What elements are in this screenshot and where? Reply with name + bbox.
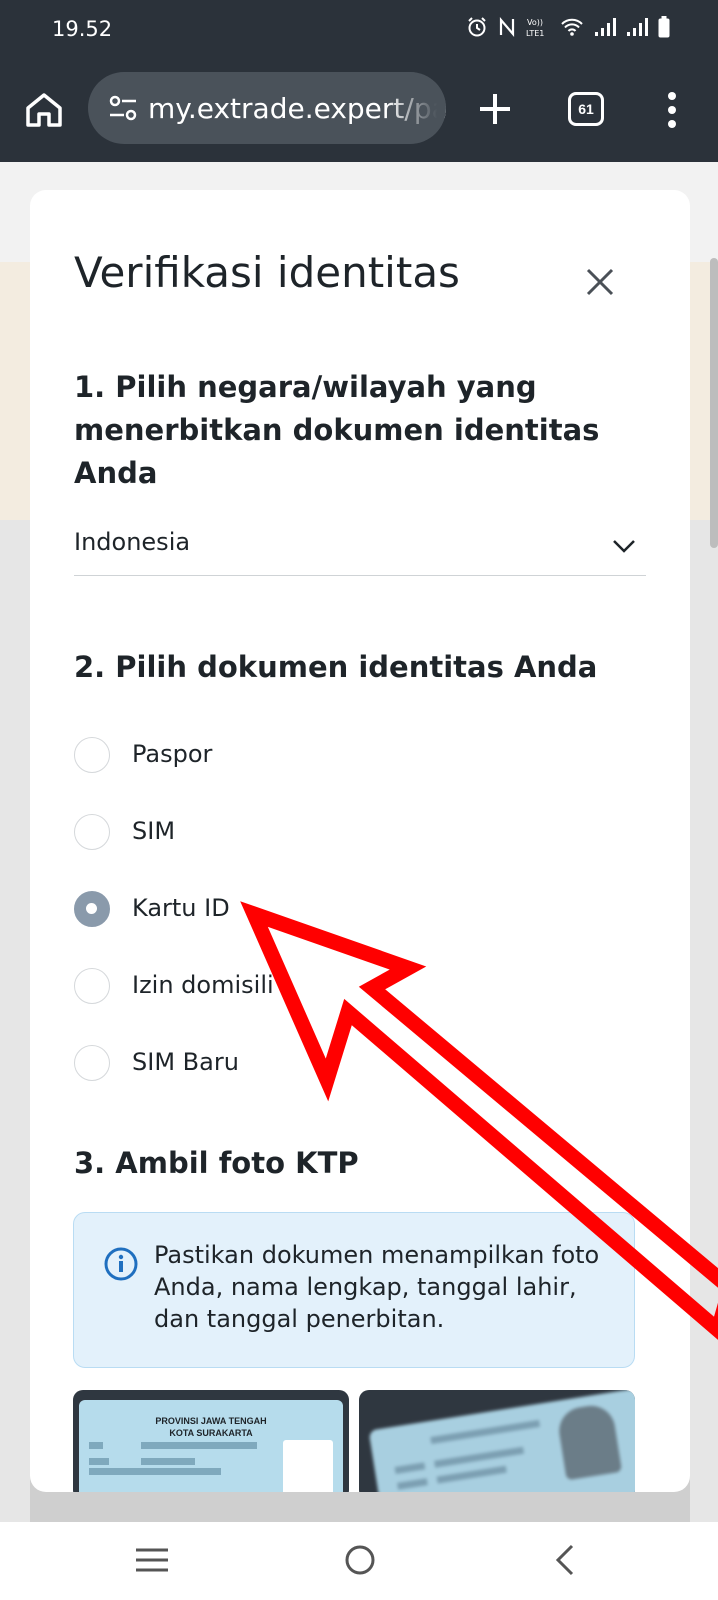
ktp-field-bar [141,1458,195,1465]
battery-icon [658,16,670,38]
ktp-card-image: PROVINSI JAWA TENGAH KOTA SURAKARTA [79,1400,343,1492]
radio-option-sim-baru[interactable]: SIM Baru [74,1044,494,1084]
new-tab-icon[interactable] [474,88,516,130]
browser-toolbar: my.extrade.expert/pa 61 [0,58,718,162]
ktp-field-bar [89,1442,103,1449]
radio-option-sim[interactable]: SIM [74,813,494,853]
nfc-icon [499,17,515,37]
url-fade [386,72,446,144]
tab-switcher-button[interactable]: 61 [568,92,604,126]
ktp-field-bar [430,1419,541,1445]
volte-icon: Vo)) LTE1 [526,18,544,38]
country-select[interactable]: Indonesia [74,526,646,576]
chevron-down-icon [613,540,635,553]
android-nav-bar [0,1522,718,1600]
info-notice: Pastikan dokumen menampilkan foto Anda, … [73,1212,635,1368]
home-icon[interactable] [22,88,66,132]
radio-button-checked[interactable] [74,891,110,927]
address-bar[interactable]: my.extrade.expert/pa [88,72,446,144]
sample-photos: PROVINSI JAWA TENGAH KOTA SURAKARTA [73,1390,635,1492]
ktp-field-bar [394,1462,426,1474]
radio-label: Kartu ID [132,894,230,922]
signal-icon [595,18,616,36]
sample-ktp-blurry [359,1390,635,1492]
radio-label: Paspor [132,740,213,768]
ktp-field-bar [141,1468,221,1475]
ktp-field-bar [141,1442,257,1449]
sample-ktp-good: PROVINSI JAWA TENGAH KOTA SURAKARTA [73,1390,349,1492]
radio-button[interactable] [74,737,110,773]
status-icons: Vo)) LTE1 [466,16,670,38]
more-menu-icon[interactable] [660,88,684,132]
radio-label: SIM [132,817,176,845]
radio-option-paspor[interactable]: Paspor [74,736,494,776]
radio-button[interactable] [74,814,110,850]
alarm-icon [468,17,486,37]
country-select-value: Indonesia [74,528,191,556]
ktp-photo-blurred [555,1402,623,1481]
ktp-field-bar [89,1468,145,1475]
step3-heading: 3. Ambil foto KTP [74,1146,359,1180]
signal-icon [627,18,648,36]
step2-heading: 2. Pilih dokumen identitas Anda [74,650,598,684]
radio-button[interactable] [74,1045,110,1081]
info-icon [104,1247,138,1281]
close-icon[interactable] [586,268,614,296]
verification-modal: Verifikasi identitas 1. Pilih negara/wil… [30,190,690,1492]
back-icon[interactable] [544,1540,588,1580]
ktp-photo-placeholder [283,1440,333,1492]
page-scrollbar[interactable] [710,258,718,548]
radio-button[interactable] [74,968,110,1004]
site-settings-icon[interactable] [108,94,138,122]
wifi-icon [561,18,583,36]
recent-apps-icon[interactable] [130,1540,174,1580]
svg-text:LTE1: LTE1 [526,29,544,38]
ktp-field-bar [434,1446,525,1468]
ktp-field-bar [89,1458,109,1465]
info-text: Pastikan dokumen menampilkan foto Anda, … [154,1241,600,1333]
radio-label: SIM Baru [132,1048,239,1076]
ktp-card-blurred-image [368,1390,635,1492]
svg-text:Vo)): Vo)) [527,18,543,27]
ktp-city-text: KOTA SURAKARTA [169,1428,253,1438]
ktp-field-bar [436,1465,507,1484]
ktp-field-bar [397,1478,428,1490]
radio-option-izin-domisili[interactable]: Izin domisili [74,967,494,1007]
status-bar: 19.52 Vo)) LTE1 [0,0,718,58]
radio-label: Izin domisili [132,971,274,999]
step1-heading: 1. Pilih negara/wilayah yang menerbitkan… [74,370,600,490]
ktp-province-text: PROVINSI JAWA TENGAH [155,1416,267,1426]
radio-option-kartu-id[interactable]: Kartu ID [74,890,494,930]
home-nav-icon[interactable] [338,1540,382,1580]
modal-title: Verifikasi identitas [74,248,460,297]
status-time: 19.52 [52,17,113,41]
